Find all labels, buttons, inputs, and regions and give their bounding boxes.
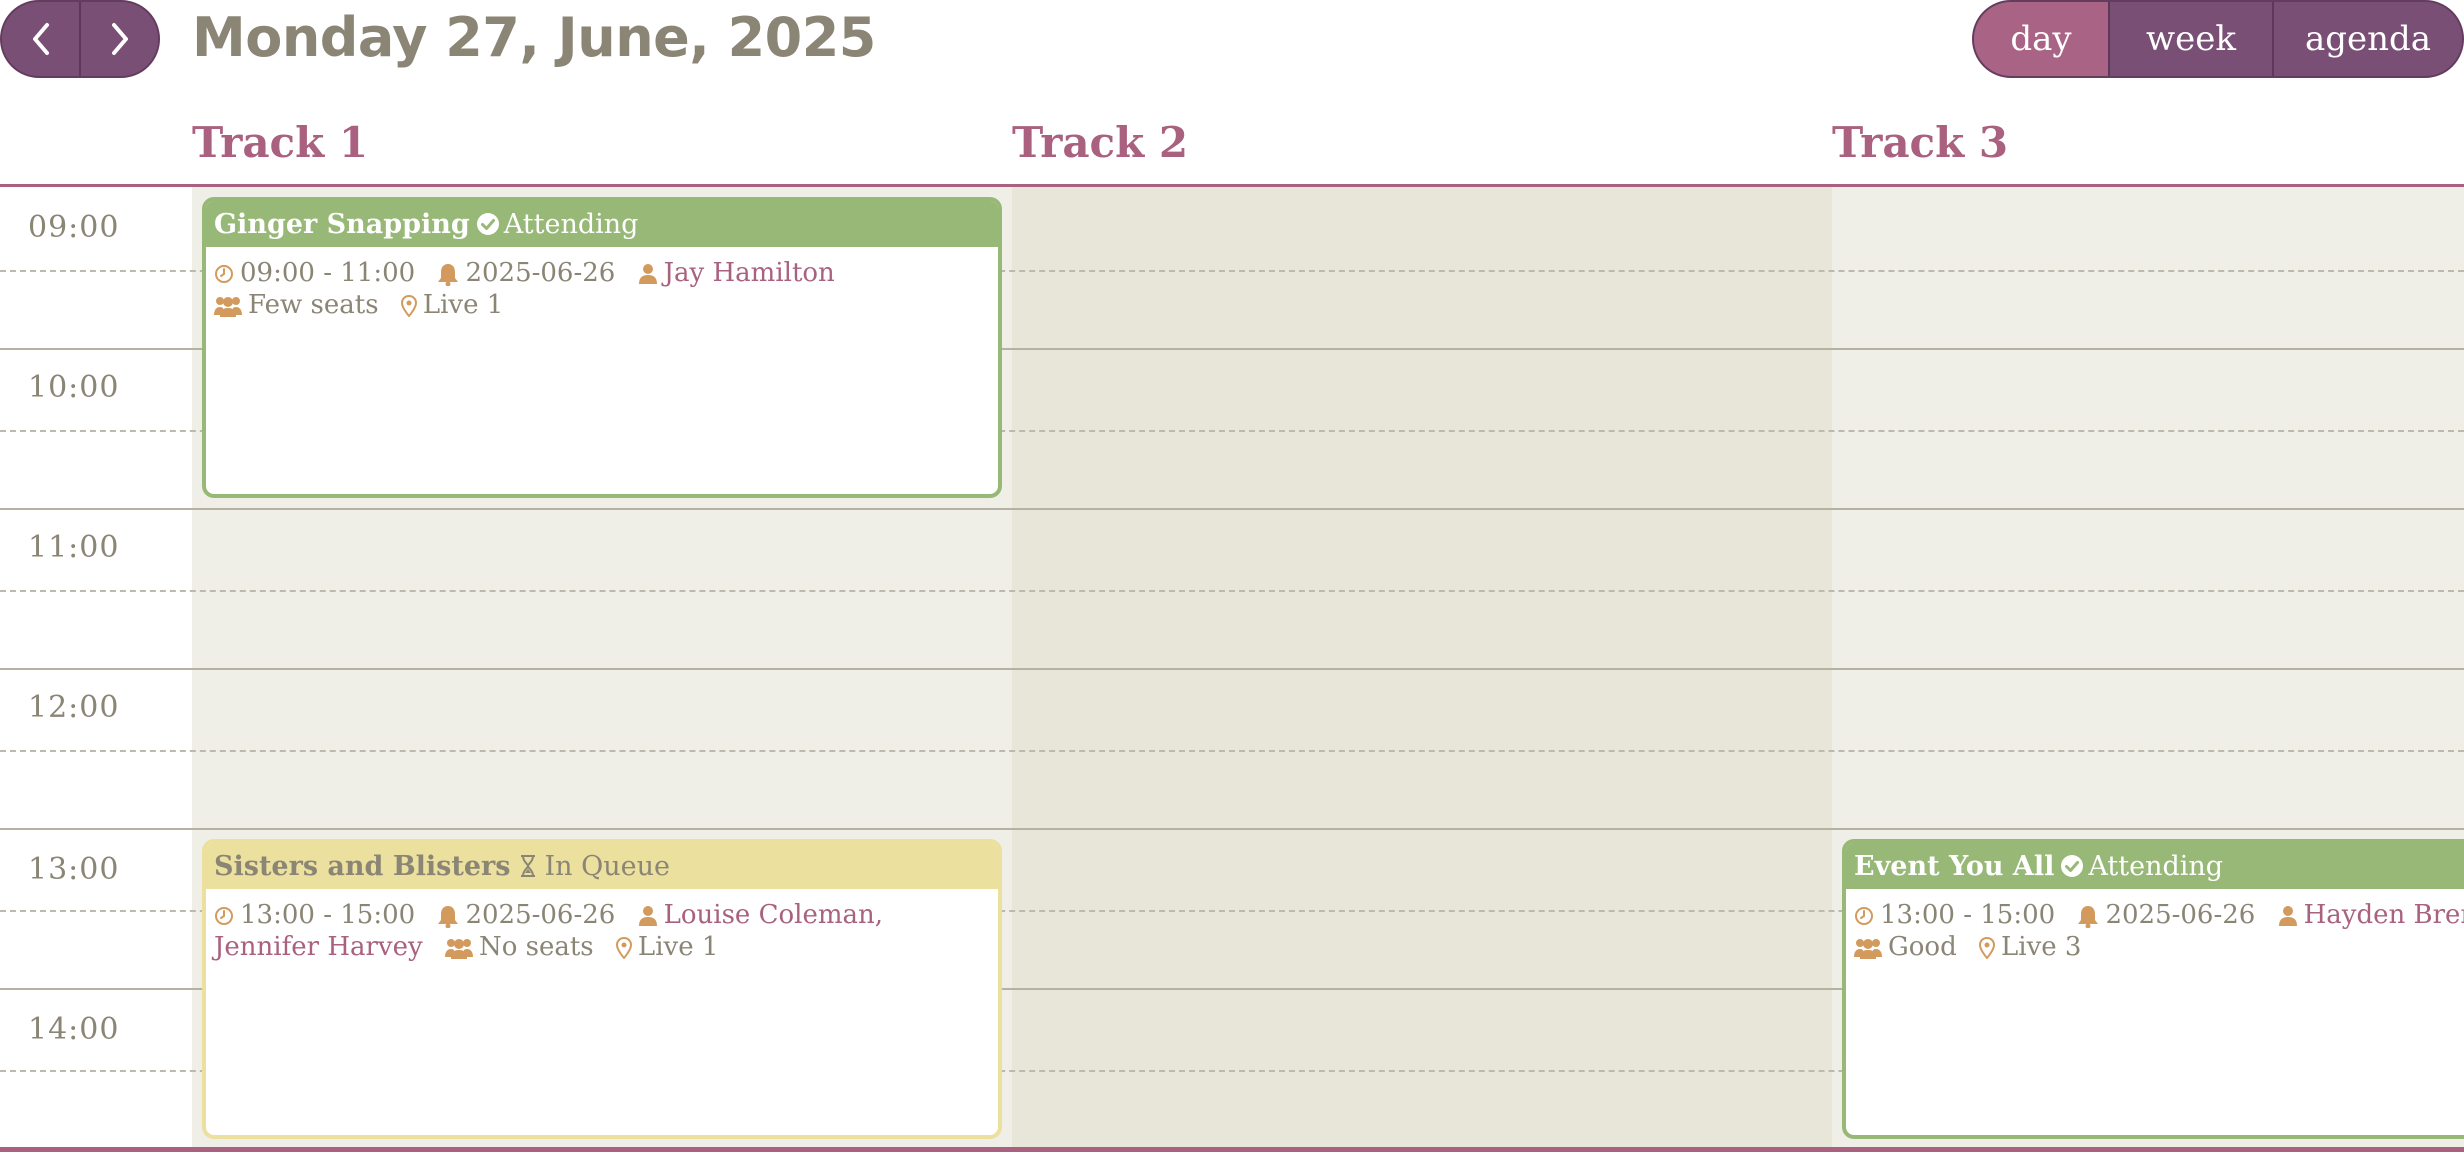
- half-hour-line: [0, 750, 2464, 752]
- time-label: 12:00: [28, 690, 120, 725]
- bell-icon: [437, 262, 459, 286]
- event-status: Attending: [2088, 850, 2224, 882]
- users-icon: [1854, 937, 1882, 959]
- event-seats: Few seats: [248, 290, 379, 320]
- track-header-1: Track 1: [192, 118, 369, 167]
- half-hour-line: [0, 590, 2464, 592]
- next-day-button[interactable]: [79, 2, 158, 76]
- hour-line: [0, 668, 2464, 670]
- check-circle-icon: [2060, 854, 2084, 878]
- chevron-left-icon: [32, 23, 49, 55]
- event-location: Live 1: [422, 290, 504, 320]
- chevron-right-icon: [111, 23, 128, 55]
- clock-icon: [214, 264, 234, 284]
- event-card[interactable]: Event You All Attending 13:00 - 15:00 20…: [1842, 839, 2464, 1139]
- view-day-button[interactable]: day: [1974, 2, 2108, 76]
- page-title: Monday 27, June, 2025: [192, 6, 876, 69]
- event-status: In Queue: [544, 850, 670, 882]
- event-card[interactable]: Ginger Snapping Attending 09:00 - 11:00 …: [202, 197, 1002, 498]
- hour-line: [0, 508, 2464, 510]
- event-seats: Good: [1888, 932, 1957, 962]
- user-icon: [2278, 905, 2298, 927]
- event-location: Live 3: [2001, 932, 2082, 962]
- track-header-2: Track 2: [1012, 118, 1189, 167]
- event-person-link[interactable]: Louise Coleman,: [664, 900, 883, 930]
- map-marker-icon: [1979, 937, 1995, 959]
- event-card[interactable]: Sisters and Blisters In Queue 13:00 - 15…: [202, 839, 1002, 1139]
- event-title: Event You All: [1854, 850, 2055, 882]
- users-icon: [214, 295, 242, 317]
- event-person-link[interactable]: Hayden Bren: [2304, 900, 2464, 930]
- view-week-button[interactable]: week: [2108, 2, 2272, 76]
- view-switcher: day week agenda: [1972, 0, 2464, 78]
- user-icon: [638, 263, 658, 285]
- hour-line: [0, 828, 2464, 830]
- event-person-link[interactable]: Jay Hamilton: [664, 258, 835, 288]
- event-header: Sisters and Blisters In Queue: [206, 843, 998, 889]
- check-circle-icon: [476, 212, 500, 236]
- view-agenda-button[interactable]: agenda: [2272, 2, 2462, 76]
- map-marker-icon: [400, 295, 417, 317]
- time-label: 11:00: [28, 530, 120, 565]
- event-location: Live 1: [637, 932, 719, 962]
- bottom-divider: [0, 1147, 2464, 1152]
- users-icon: [444, 937, 473, 959]
- clock-icon: [1854, 906, 1874, 926]
- event-seats: No seats: [478, 932, 594, 962]
- map-marker-icon: [615, 937, 632, 959]
- event-header: Ginger Snapping Attending: [206, 201, 998, 247]
- event-date: 2025-06-26: [465, 258, 616, 288]
- track-column-2[interactable]: [1012, 187, 1832, 1147]
- event-date: 2025-06-26: [2105, 900, 2256, 930]
- event-title: Ginger Snapping: [214, 208, 470, 240]
- hour-line: [0, 348, 192, 350]
- event-status: Attending: [503, 208, 639, 240]
- event-time: 09:00 - 11:00: [240, 258, 416, 288]
- time-label: 14:00: [28, 1012, 120, 1047]
- bell-icon: [437, 904, 459, 928]
- hourglass-icon: [516, 854, 540, 878]
- event-time: 13:00 - 15:00: [240, 900, 416, 930]
- event-header: Event You All Attending: [1846, 843, 2464, 889]
- time-label: 09:00: [28, 210, 120, 245]
- date-nav: [0, 0, 160, 78]
- time-label: 13:00: [28, 852, 120, 887]
- track-header-3: Track 3: [1832, 118, 2009, 167]
- previous-day-button[interactable]: [2, 2, 79, 76]
- user-icon: [638, 905, 658, 927]
- event-date: 2025-06-26: [465, 900, 616, 930]
- event-time: 13:00 - 15:00: [1880, 900, 2056, 930]
- clock-icon: [214, 906, 234, 926]
- bell-icon: [2077, 904, 2099, 928]
- event-person-link[interactable]: Jennifer Harvey: [214, 932, 423, 962]
- event-title: Sisters and Blisters: [214, 850, 511, 882]
- time-label: 10:00: [28, 370, 120, 405]
